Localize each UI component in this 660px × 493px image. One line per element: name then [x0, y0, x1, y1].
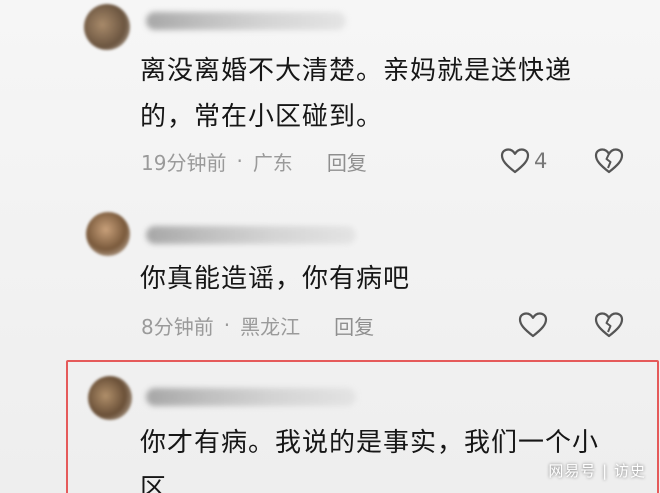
comment-text-line: 的，常在小区碰到。 [140, 102, 384, 132]
comment-text-line: 你真能造谣，你有病吧 [140, 264, 411, 294]
comment-text: 你真能造谣，你有病吧 [140, 256, 640, 302]
avatar[interactable] [88, 376, 132, 420]
comment-location: 黑龙江 [240, 314, 301, 339]
like-count: 4 [534, 149, 548, 173]
username[interactable] [146, 226, 356, 244]
reply-button[interactable]: 回复 [327, 147, 367, 176]
meta-separator: · [223, 313, 231, 337]
avatar[interactable] [84, 4, 130, 50]
comment-time: 8分钟前 [141, 314, 214, 339]
comment-text: 你才有病。我说的是事实，我们一个小 区 [140, 420, 640, 493]
broken-heart-icon [594, 148, 624, 179]
dislike-button[interactable] [594, 147, 624, 179]
comment-meta: 19分钟前 · 广东 回复 [141, 146, 367, 176]
comment-text-line: 离没离婚不大清楚。亲妈就是送快递 [140, 56, 573, 86]
like-button[interactable]: 4 [500, 146, 547, 176]
like-button[interactable] [518, 310, 548, 340]
comment-text: 离没离婚不大清楚。亲妈就是送快递 的，常在小区碰到。 [140, 48, 640, 140]
meta-separator: · [236, 149, 243, 173]
comment-time: 19分钟前 [141, 150, 227, 175]
comment-meta: 8分钟前 · 黑龙江 回复 [141, 310, 374, 340]
heart-icon [518, 311, 548, 339]
watermark: 网易号 | 访史 [548, 462, 646, 480]
comment-location: 广东 [252, 150, 293, 175]
avatar[interactable] [86, 212, 130, 256]
dislike-button[interactable] [594, 311, 624, 343]
username[interactable] [146, 388, 356, 406]
heart-icon [500, 147, 530, 175]
reply-button[interactable]: 回复 [334, 311, 374, 340]
broken-heart-icon [594, 312, 624, 343]
username[interactable] [146, 12, 346, 30]
comment-thread: 离没离婚不大清楚。亲妈就是送快递 的，常在小区碰到。 19分钟前 · 广东 回复… [0, 0, 660, 493]
